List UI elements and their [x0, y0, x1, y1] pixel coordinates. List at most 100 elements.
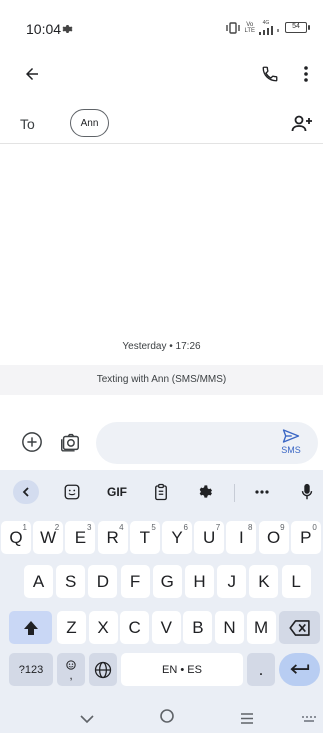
key-z[interactable]: Z	[57, 611, 86, 644]
battery-icon: 54	[285, 22, 310, 33]
key-label: Q	[9, 527, 23, 547]
signal-2-icon	[277, 29, 279, 32]
recipient-chip[interactable]: Ann	[70, 109, 109, 137]
key-e[interactable]: E3	[65, 521, 96, 554]
key-label: H	[193, 571, 206, 591]
backspace-icon	[288, 619, 310, 636]
key-o[interactable]: O9	[258, 521, 289, 554]
more-toolbar-icon[interactable]	[250, 480, 274, 504]
key-label: C	[128, 617, 141, 637]
key-p[interactable]: P0	[290, 521, 321, 554]
app-bar	[0, 52, 323, 94]
key-n[interactable]: N	[215, 611, 244, 644]
add-attachment-icon[interactable]	[20, 430, 44, 454]
key-label: P	[300, 527, 312, 547]
key-s[interactable]: S	[56, 565, 86, 598]
key-g[interactable]: G	[152, 565, 182, 598]
key-label: D	[96, 571, 110, 591]
texting-info-banner: Texting with Ann (SMS/MMS)	[0, 365, 323, 395]
key-h[interactable]: H	[185, 565, 214, 598]
more-options-icon[interactable]	[296, 60, 316, 88]
period-key[interactable]: .	[247, 653, 275, 686]
emoji-sticker-icon[interactable]	[60, 480, 84, 504]
key-label: G	[160, 571, 174, 591]
key-label: L	[291, 571, 301, 591]
key-label: Y	[171, 527, 183, 547]
key-y[interactable]: Y6	[162, 521, 192, 554]
key-label: X	[97, 617, 109, 637]
microphone-icon[interactable]	[295, 480, 319, 504]
symbols-key[interactable]: ?123	[9, 653, 53, 686]
clipboard-icon[interactable]	[149, 480, 173, 504]
volte-bottom: LTE	[244, 27, 255, 34]
toolbar-divider	[234, 484, 235, 502]
key-hint: 5	[151, 523, 156, 532]
key-label: K	[258, 571, 270, 591]
key-hint: 2	[54, 523, 60, 532]
key-f[interactable]: F	[120, 565, 150, 598]
conversation-area: Yesterday • 17:26 Texting with Ann (SMS/…	[0, 145, 323, 465]
enter-key[interactable]	[279, 653, 320, 686]
key-v[interactable]: V	[151, 611, 181, 644]
nav-home-icon[interactable]	[160, 709, 174, 728]
key-label: Z	[66, 617, 77, 637]
key-a[interactable]: A	[24, 565, 53, 598]
to-label: To	[20, 116, 35, 132]
key-w[interactable]: W2	[33, 521, 64, 554]
backspace-key[interactable]	[279, 611, 320, 644]
collapse-toolbar-icon[interactable]	[13, 480, 39, 504]
key-m[interactable]: M	[246, 611, 276, 644]
key-b[interactable]: B	[183, 611, 213, 644]
send-button[interactable]: SMS	[278, 428, 304, 455]
key-label: V	[160, 617, 172, 637]
key-label: F	[129, 571, 141, 591]
key-u[interactable]: U7	[194, 521, 225, 554]
key-hint: 9	[280, 523, 285, 532]
key-j[interactable]: J	[217, 565, 247, 598]
keyboard: GIF ?123 , EN • ES . Q 1 W 2 E 3 R 4 T 5…	[0, 470, 323, 733]
signal-icon: 4G	[259, 20, 273, 35]
key-hint: 7	[215, 523, 221, 532]
key-hint: 0	[312, 523, 317, 532]
gallery-camera-icon[interactable]	[58, 430, 82, 454]
send-icon	[282, 429, 300, 443]
key-label: J	[227, 571, 236, 591]
key-label: B	[192, 617, 204, 637]
key-hint: 3	[86, 523, 92, 532]
key-label: S	[65, 571, 77, 591]
key-hint: 8	[247, 523, 253, 532]
keyboard-switch-icon[interactable]	[302, 712, 316, 730]
add-person-icon[interactable]	[290, 112, 314, 136]
key-d[interactable]: D	[88, 565, 118, 598]
key-label: R	[106, 527, 119, 547]
key-hint: 1	[22, 523, 27, 532]
emoji-comma-key[interactable]: ,	[57, 653, 85, 686]
gif-button[interactable]: GIF	[102, 480, 132, 504]
status-bar: 10:04 Vo LTE 4G 54	[0, 0, 323, 46]
status-icons: Vo LTE 4G 54	[226, 20, 310, 35]
key-t[interactable]: T5	[129, 521, 160, 554]
nav-recents-icon[interactable]	[240, 711, 254, 729]
space-key[interactable]: EN • ES	[121, 653, 243, 686]
key-hint: 6	[183, 523, 188, 532]
key-x[interactable]: X	[88, 611, 118, 644]
keyboard-settings-icon[interactable]	[193, 480, 217, 504]
key-i[interactable]: I8	[226, 521, 257, 554]
key-q[interactable]: Q1	[1, 521, 31, 554]
key-k[interactable]: K	[249, 565, 279, 598]
sms-label: SMS	[281, 445, 301, 455]
nav-back-chevron-icon[interactable]	[80, 711, 94, 729]
volte-indicator: Vo LTE	[244, 22, 255, 34]
globe-icon	[94, 661, 112, 678]
phone-call-icon[interactable]	[256, 60, 284, 88]
back-arrow-icon[interactable]	[18, 60, 46, 88]
key-c[interactable]: C	[120, 611, 150, 644]
key-l[interactable]: L	[281, 565, 311, 598]
language-globe-key[interactable]	[89, 653, 117, 686]
shift-icon	[23, 620, 38, 635]
key-r[interactable]: R4	[97, 521, 128, 554]
message-input[interactable]: SMS	[96, 422, 318, 464]
settings-gear-icon	[61, 22, 73, 40]
shift-key[interactable]	[9, 611, 52, 644]
key-label: M	[254, 617, 269, 637]
